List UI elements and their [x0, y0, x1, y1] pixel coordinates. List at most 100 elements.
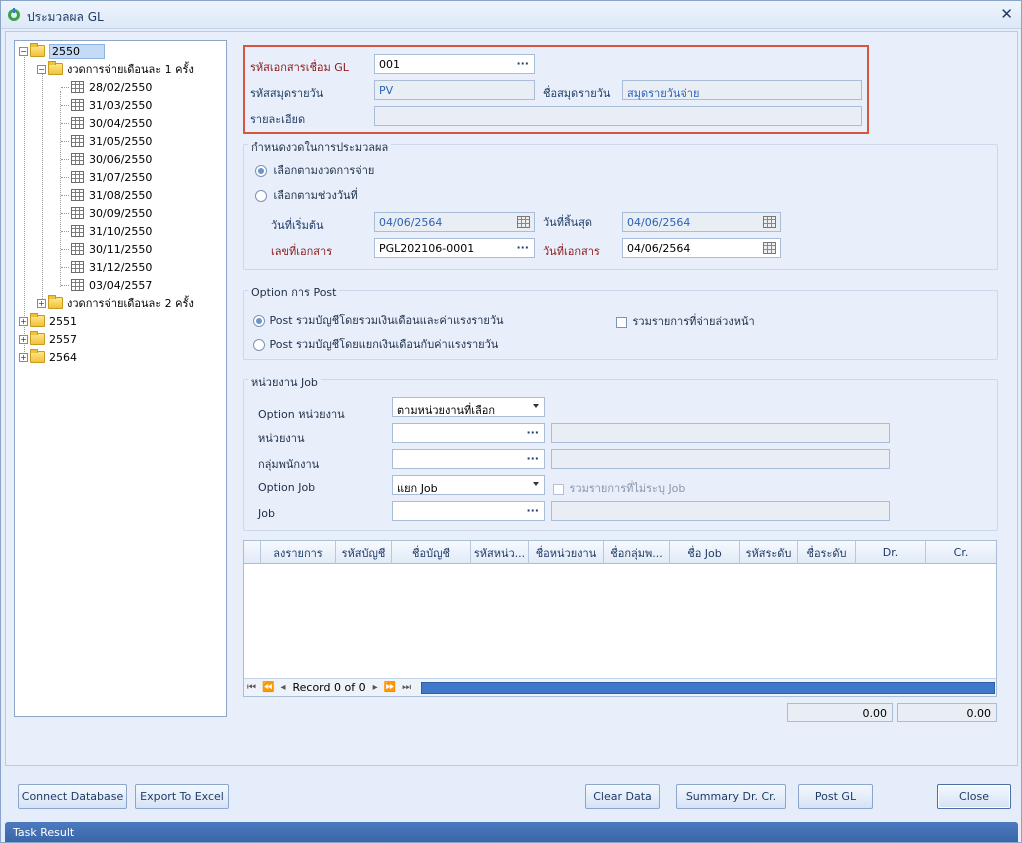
tree-node-2551[interactable]: + 2551: [19, 312, 77, 330]
prev-page-icon[interactable]: ⏪: [262, 682, 274, 693]
include-no-job-checkbox[interactable]: รวมรายการที่ไม่ระบุ Job: [553, 479, 685, 497]
radio-icon[interactable]: [255, 190, 267, 202]
calendar-icon: [71, 153, 84, 165]
period-tree[interactable]: − 2550 − งวดการจ่ายเดือนละ 1 ครั้ง 28/02…: [14, 40, 227, 717]
column-header[interactable]: Dr.: [856, 541, 926, 564]
option-unit-select[interactable]: ตามหน่วยงานที่เลือก: [392, 397, 545, 417]
include-prepaid-checkbox[interactable]: รวมรายการที่จ่ายล่วงหน้า: [616, 312, 755, 330]
radio-by-pay-period[interactable]: เลือกตามงวดการจ่าย: [255, 161, 374, 179]
gl-result-grid[interactable]: ลงรายการ รหัสบัญชี ชื่อบัญชี รหัสหน่ว...…: [243, 540, 997, 697]
clear-data-button[interactable]: Clear Data: [585, 784, 660, 809]
start-date-field[interactable]: 04/06/2564: [374, 212, 535, 232]
total-dr: 0.00: [787, 703, 893, 722]
job-field[interactable]: ···: [392, 501, 545, 521]
job-label: Job: [258, 507, 275, 520]
chevron-down-icon[interactable]: [533, 482, 539, 486]
connect-database-button[interactable]: Connect Database: [18, 784, 127, 809]
tree-node-date[interactable]: 31/03/2550: [71, 96, 152, 114]
radio-icon[interactable]: [253, 339, 265, 351]
column-header[interactable]: ชื่อหน่วยงาน: [529, 541, 604, 564]
tree-node-date[interactable]: 31/05/2550: [71, 132, 152, 150]
ellipsis-icon[interactable]: ···: [516, 241, 529, 254]
close-icon[interactable]: ✕: [1000, 5, 1013, 23]
collapse-icon[interactable]: −: [19, 46, 28, 56]
next-record-icon[interactable]: ▸: [373, 682, 378, 693]
tree-node-period2[interactable]: + งวดการจ่ายเดือนละ 2 ครั้ง: [37, 294, 194, 312]
radio-post-separate[interactable]: Post รวมบัญชีโดยแยกเงินเดือนกับค่าแรงราย…: [253, 335, 498, 353]
radio-by-date-range[interactable]: เลือกตามช่วงวันที่: [255, 186, 358, 204]
tree-node-date[interactable]: 31/08/2550: [71, 186, 152, 204]
calendar-icon[interactable]: [763, 216, 776, 228]
tree-node-2550[interactable]: − 2550: [19, 42, 105, 60]
end-date-field[interactable]: 04/06/2564: [622, 212, 781, 232]
ellipsis-icon[interactable]: ···: [526, 452, 539, 465]
ellipsis-icon[interactable]: ···: [526, 426, 539, 439]
ellipsis-icon[interactable]: ···: [516, 57, 529, 70]
doc-date-field[interactable]: 04/06/2564: [622, 238, 781, 258]
next-page-icon[interactable]: ⏩: [384, 682, 396, 693]
end-date-label: วันที่สิ้นสุด: [543, 216, 593, 229]
expand-icon[interactable]: +: [19, 334, 28, 344]
ellipsis-icon[interactable]: ···: [526, 504, 539, 517]
first-record-icon[interactable]: ⏮: [247, 682, 256, 693]
tree-node-date[interactable]: 31/10/2550: [71, 222, 152, 240]
close-button[interactable]: Close: [937, 784, 1011, 809]
gl-doc-code-field[interactable]: 001 ···: [374, 54, 535, 74]
column-header[interactable]: Cr.: [926, 541, 996, 564]
detail-field[interactable]: [374, 106, 862, 126]
expand-icon[interactable]: +: [19, 316, 28, 326]
column-header[interactable]: รหัสบัญชี: [336, 541, 392, 564]
radio-icon[interactable]: [253, 315, 265, 327]
tree-node-date[interactable]: 28/02/2550: [71, 78, 152, 96]
start-date-label: วันที่เริ่มต้น: [271, 219, 324, 232]
unit-name-field: [551, 423, 890, 443]
tree-node-date[interactable]: 31/12/2550: [71, 258, 152, 276]
column-header[interactable]: ชื่อกลุ่มพ...: [604, 541, 670, 564]
checkbox-icon[interactable]: [553, 483, 564, 495]
tree-node-date[interactable]: 31/07/2550: [71, 168, 152, 186]
column-header[interactable]: ชื่อระดับ: [798, 541, 856, 564]
column-header[interactable]: ลงรายการ: [261, 541, 336, 564]
radio-post-combined[interactable]: Post รวมบัญชีโดยรวมเงินเดือนและค่าแรงราย…: [253, 311, 504, 329]
column-header[interactable]: รหัสหน่ว...: [471, 541, 529, 564]
radio-icon[interactable]: [255, 165, 267, 177]
summary-button[interactable]: Summary Dr. Cr.: [676, 784, 786, 809]
main-window: ประมวลผล GL ✕ − 2550 − งวดการจ่ายเดือนละ…: [0, 0, 1022, 843]
chevron-down-icon[interactable]: [533, 404, 539, 408]
calendar-icon[interactable]: [517, 216, 530, 228]
column-header[interactable]: ชื่อ Job: [670, 541, 740, 564]
option-job-select[interactable]: แยก Job: [392, 475, 545, 495]
tree-node-date[interactable]: 30/09/2550: [71, 204, 152, 222]
grid-header: ลงรายการ รหัสบัญชี ชื่อบัญชี รหัสหน่ว...…: [244, 541, 996, 564]
calendar-icon: [71, 279, 84, 291]
folder-icon: [30, 349, 45, 363]
checkbox-icon[interactable]: [616, 316, 627, 328]
calendar-icon[interactable]: [763, 242, 776, 254]
tree-node-period1[interactable]: − งวดการจ่ายเดือนละ 1 ครั้ง: [37, 60, 194, 78]
last-record-icon[interactable]: ⏭: [402, 682, 411, 693]
calendar-icon: [71, 81, 84, 93]
unit-label: หน่วยงาน: [258, 432, 305, 445]
tree-node-2557[interactable]: + 2557: [19, 330, 77, 348]
emp-group-field[interactable]: ···: [392, 449, 545, 469]
tree-node-date[interactable]: 03/04/2557: [71, 276, 152, 294]
tree-node-date[interactable]: 30/04/2550: [71, 114, 152, 132]
calendar-icon: [71, 135, 84, 147]
tree-node-date[interactable]: 30/11/2550: [71, 240, 152, 258]
window-title: ประมวลผล GL: [27, 10, 104, 24]
calendar-icon: [71, 207, 84, 219]
column-header[interactable]: ชื่อบัญชี: [392, 541, 471, 564]
tree-node-2564[interactable]: + 2564: [19, 348, 77, 366]
tree-node-date[interactable]: 30/06/2550: [71, 150, 152, 168]
collapse-icon[interactable]: −: [37, 64, 46, 74]
prev-record-icon[interactable]: ◂: [280, 682, 285, 693]
unit-field[interactable]: ···: [392, 423, 545, 443]
row-indicator-header: [244, 541, 261, 564]
expand-icon[interactable]: +: [37, 298, 46, 308]
export-excel-button[interactable]: Export To Excel: [135, 784, 229, 809]
column-header[interactable]: รหัสระดับ: [740, 541, 798, 564]
expand-icon[interactable]: +: [19, 352, 28, 362]
doc-no-field[interactable]: PGL202106-0001 ···: [374, 238, 535, 258]
horizontal-scrollbar[interactable]: [421, 682, 995, 694]
post-gl-button[interactable]: Post GL: [798, 784, 873, 809]
